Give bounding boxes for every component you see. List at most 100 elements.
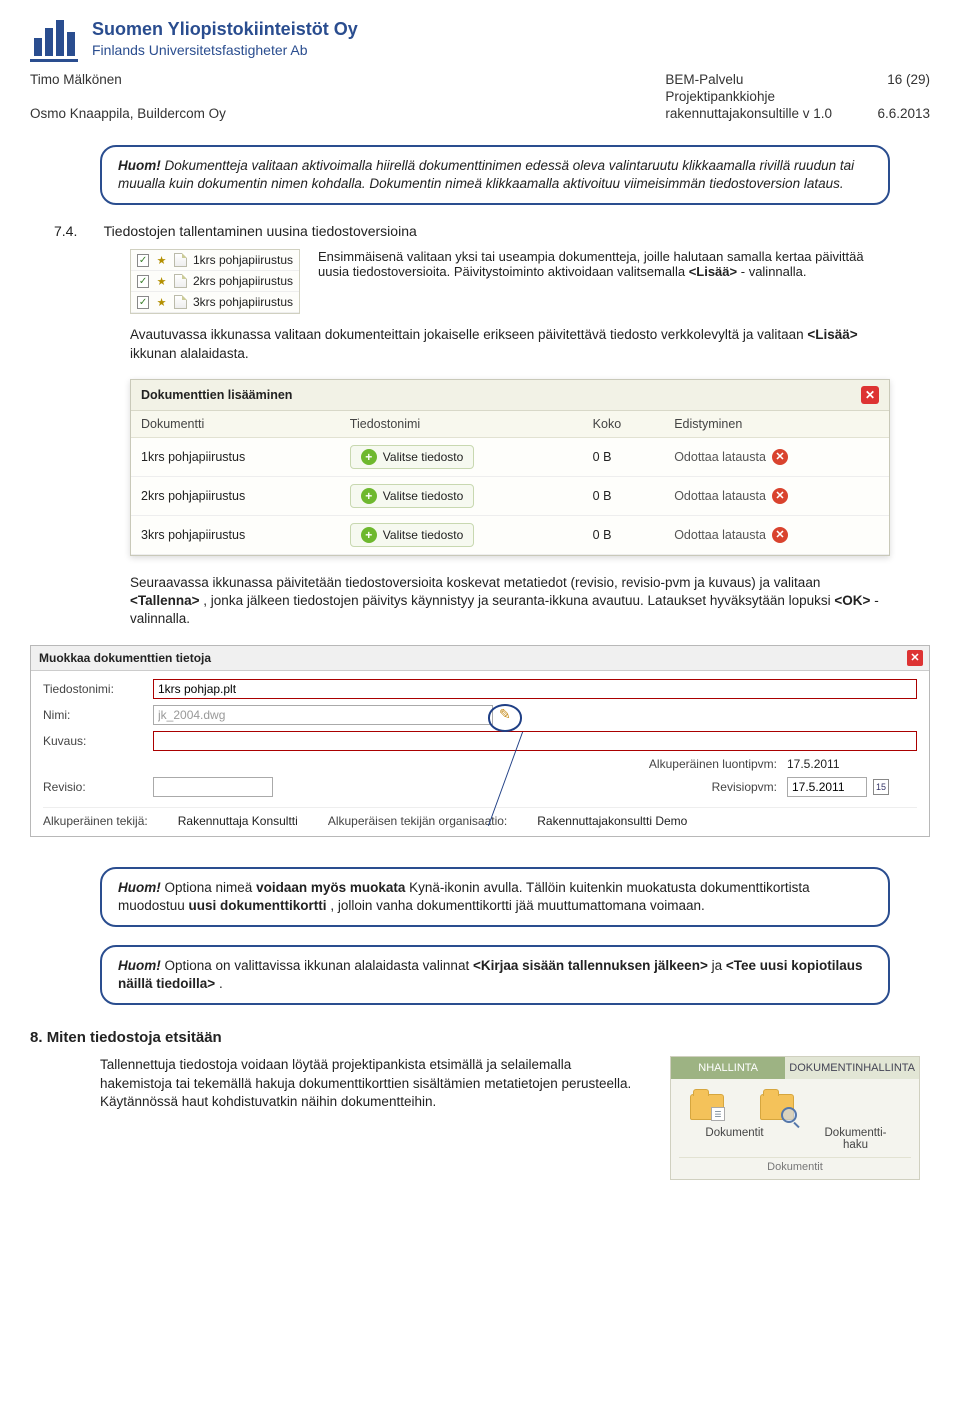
note-text: , jolloin vanha dokumenttikortti jää muu… (330, 898, 704, 913)
choose-file-button[interactable]: +Valitse tiedosto (350, 523, 475, 547)
para-bold: <OK> (834, 593, 870, 608)
table-row: 2krs pohjapiirustus+Valitse tiedosto0 BO… (131, 476, 889, 515)
doc-title-3: rakennuttajakonsultille v 1.0 (665, 106, 832, 121)
favorite-icon[interactable]: ★ (155, 274, 168, 288)
col-size: Koko (583, 411, 665, 438)
cancel-icon[interactable]: ✕ (772, 527, 788, 543)
name-input (153, 705, 493, 725)
revdate-input[interactable] (787, 777, 867, 797)
author-2: Osmo Knaappila, Buildercom Oy (30, 106, 647, 121)
author-1: Timo Mälkönen (30, 72, 647, 87)
filename-input[interactable] (153, 679, 917, 699)
favorite-icon[interactable]: ★ (155, 295, 168, 309)
close-icon[interactable]: ✕ (861, 386, 879, 404)
logo-block: Suomen Yliopistokiinteistöt Oy Finlands … (30, 18, 930, 62)
note-text: Optiona nimeä (165, 880, 257, 895)
cell-size: 0 B (583, 476, 665, 515)
label-revdate: Revisiopvm: (627, 780, 777, 794)
revision-input[interactable] (153, 777, 273, 797)
cell-size: 0 B (583, 515, 665, 554)
edit-dialog-title: Muokkaa dokumenttien tietoja (39, 651, 211, 665)
add-documents-dialog: Dokumenttien lisääminen ✕ Dokumentti Tie… (130, 379, 890, 556)
pencil-icon[interactable]: ✎ (493, 706, 517, 722)
cell-docname: 3krs pohjapiirustus (131, 515, 340, 554)
description-input[interactable] (153, 731, 917, 751)
note-bold: uusi dokumenttikortti (189, 898, 327, 913)
label-origorg: Alkuperäisen tekijän organisaatio: (328, 814, 507, 828)
blank (850, 89, 930, 104)
dialog-title: Dokumenttien lisääminen (141, 388, 292, 402)
doc-icon (174, 253, 187, 267)
note-callout-1: Huom! Dokumentteja valitaan aktivoimalla… (100, 145, 890, 205)
note-text: ja (712, 958, 726, 973)
cell-status: Odottaa latausta ✕ (674, 488, 788, 504)
para-text: ikkunan alalaidasta. (130, 346, 249, 361)
dialog-table: Dokumentti Tiedostonimi Koko Edistyminen… (131, 411, 889, 555)
cancel-icon[interactable]: ✕ (772, 488, 788, 504)
section-7-4-para-1: Ensimmäisenä valitaan yksi tai useampia … (318, 249, 890, 279)
checkbox-icon[interactable]: ✓ (137, 296, 149, 309)
origauthor-value: Rakennuttaja Konsultti (178, 814, 298, 828)
doc-icon (174, 274, 187, 288)
file-row-3[interactable]: ✓ ★ 3krs pohjapiirustus (131, 292, 299, 313)
checkbox-icon[interactable]: ✓ (137, 254, 149, 267)
file-row-2[interactable]: ✓ ★ 2krs pohjapiirustus (131, 271, 299, 292)
table-header: Dokumentti Tiedostonimi Koko Edistyminen (131, 411, 889, 438)
calendar-icon[interactable]: 15 (873, 779, 889, 795)
cell-status: Odottaa latausta ✕ (674, 449, 788, 465)
plus-icon: + (361, 488, 377, 504)
section-7-4-title: Tiedostojen tallentaminen uusina tiedost… (104, 223, 417, 239)
logo-line-1: Suomen Yliopistokiinteistöt Oy (92, 18, 358, 41)
close-icon[interactable]: ✕ (907, 650, 923, 666)
choose-file-button[interactable]: +Valitse tiedosto (350, 484, 475, 508)
section-8-heading: 8. Miten tiedostoja etsitään (30, 1029, 930, 1046)
note-callout-3: Huom! Optiona on valittavissa ikkunan al… (100, 945, 890, 1005)
document-search-label: Dokumentti- haku (800, 1127, 911, 1151)
document-search-button[interactable] (755, 1089, 799, 1125)
tab-active[interactable]: DOKUMENTINHALLINTA (785, 1057, 919, 1079)
edit-documents-dialog: Muokkaa dokumenttien tietoja ✕ Tiedoston… (30, 645, 930, 837)
table-row: 3krs pohjapiirustus +Valitse tiedosto 0 B O… (131, 515, 889, 554)
checkbox-icon[interactable]: ✓ (137, 275, 149, 288)
col-document: Dokumentti (131, 411, 340, 438)
tab-inactive[interactable]: NHALLINTA (671, 1057, 785, 1079)
note-bold: <Kirjaa sisään tallennuksen jälkeen> (473, 958, 708, 973)
blank (30, 89, 647, 104)
col-filename: Tiedostonimi (340, 411, 583, 438)
file-name[interactable]: 3krs pohjapiirustus (193, 295, 293, 309)
para-text: Seuraavassa ikkunassa päivitetään tiedos… (130, 575, 820, 590)
favorite-icon[interactable]: ★ (155, 253, 168, 267)
note-heading: Huom! (118, 880, 161, 895)
section-7-4-num: 7.4. (54, 223, 100, 239)
note-text: Dokumentteja valitaan aktivoimalla hiire… (118, 158, 854, 191)
doc-title-1: BEM-Palvelu (665, 72, 832, 87)
cell-docname: 1krs pohjapiirustus (131, 437, 340, 476)
section-7-4-heading: 7.4. Tiedostojen tallentaminen uusina ti… (54, 223, 930, 239)
doc-title-2: Projektipankkiohje (665, 89, 832, 104)
label-origauthor: Alkuperäinen tekijä: (43, 814, 148, 828)
para-text: , jonka jälkeen tiedostojen päivitys käy… (203, 593, 834, 608)
plus-icon: + (361, 527, 377, 543)
file-row-1[interactable]: ✓ ★ 1krs pohjapiirustus (131, 250, 299, 271)
logo-line-2: Finlands Universitetsfastigheter Ab (92, 41, 358, 59)
label-origdate: Alkuperäinen luontipvm: (627, 757, 777, 771)
section-8-text: Tallennettuja tiedostoja voidaan löytää … (100, 1056, 646, 1180)
file-name[interactable]: 2krs pohjapiirustus (193, 274, 293, 288)
ribbon-tabs-panel: NHALLINTA DOKUMENTINHALLINTA ☰ Dokumenti… (670, 1056, 920, 1180)
ribbon-group-label: Dokumentit (679, 1157, 911, 1179)
magnifier-icon (781, 1107, 797, 1123)
para-bold: <Tallenna> (130, 593, 200, 608)
file-name[interactable]: 1krs pohjapiirustus (193, 253, 293, 267)
documents-button[interactable]: ☰ (685, 1089, 729, 1125)
label-desc: Kuvaus: (43, 734, 143, 748)
para-bold: <Lisää> (689, 264, 737, 279)
logo-icon (30, 18, 78, 62)
cancel-icon[interactable]: ✕ (772, 449, 788, 465)
document-header: Timo Mälkönen BEM-Palvelu 16 (29) Projek… (30, 72, 930, 121)
cell-status: Odottaa latausta ✕ (674, 527, 788, 543)
col-progress: Edistyminen (664, 411, 889, 438)
doc-date: 6.6.2013 (850, 106, 930, 121)
label-name: Nimi: (43, 708, 143, 722)
para-text: Avautuvassa ikkunassa valitaan dokumente… (130, 327, 807, 342)
choose-file-button[interactable]: +Valitse tiedosto (350, 445, 475, 469)
